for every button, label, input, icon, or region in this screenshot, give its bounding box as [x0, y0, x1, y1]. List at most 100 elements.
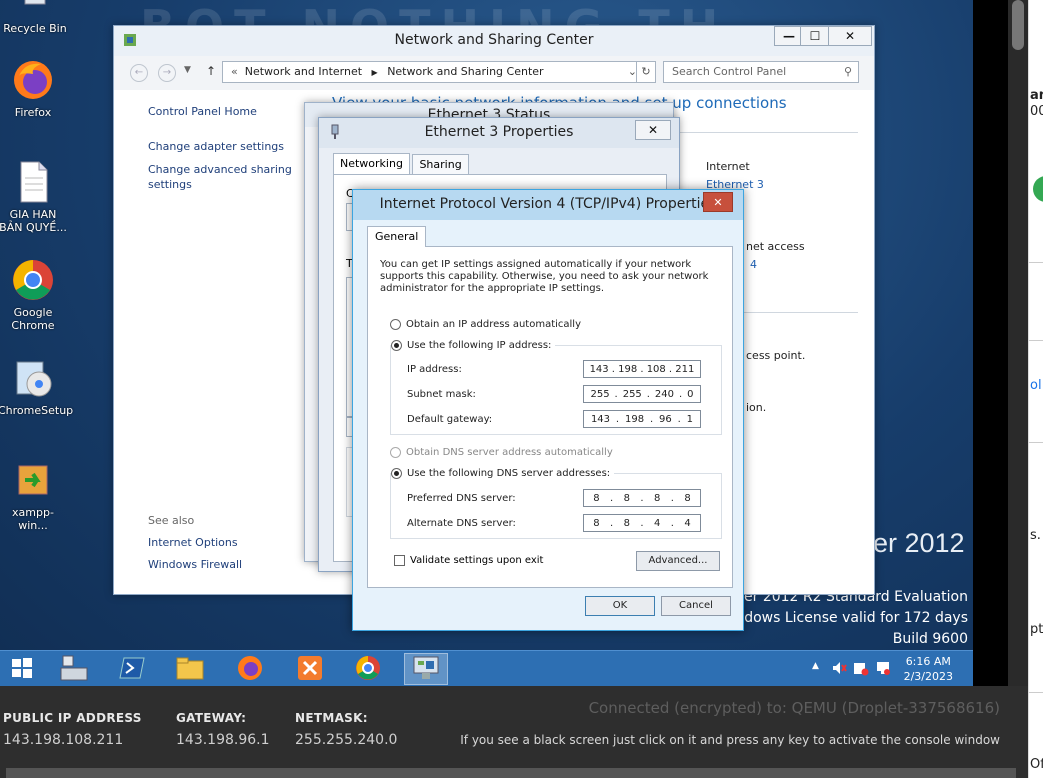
network-control-panel-icon — [412, 655, 440, 684]
tab-networking[interactable]: Networking — [333, 153, 410, 174]
text-fragment: ion. — [746, 401, 767, 414]
address-bar[interactable]: « Network and Internet ▶ Network and Sha… — [222, 61, 646, 83]
divider — [734, 312, 858, 313]
public-ip-label: PUBLIC IP ADDRESS — [3, 711, 142, 725]
tab-general[interactable]: General — [367, 226, 427, 247]
ip-settings-description: You can get IP settings assigned automat… — [380, 259, 709, 294]
ok-button[interactable]: OK — [585, 596, 655, 616]
clock[interactable]: 6:16 AM 2/3/2023 — [904, 654, 953, 684]
desktop-icon-label: GIA HAN BẢN QUYỀ... — [0, 208, 67, 234]
tab-row: Networking Sharing — [333, 153, 469, 174]
close-button[interactable]: ✕ — [703, 192, 733, 212]
console-hint: If you see a black screen just click on … — [460, 733, 1000, 747]
alternate-dns-input[interactable]: 8. 8. 4. 4 — [583, 514, 701, 532]
taskbar-firefox[interactable] — [228, 653, 272, 685]
dialog-title: Internet Protocol Version 4 (TCP/IPv4) P… — [353, 190, 743, 220]
desktop-icon-chromesetup[interactable]: ChromeSetup — [0, 356, 73, 417]
octet: 255 — [622, 388, 642, 400]
octet: 8 — [593, 492, 600, 504]
scrollbar-thumb[interactable] — [1012, 0, 1024, 50]
link-change-adapter-settings[interactable]: Change adapter settings — [148, 139, 298, 154]
refresh-icon[interactable]: ↻ — [636, 61, 656, 83]
checkbox-label: Validate settings upon exit — [410, 555, 544, 566]
preferred-dns-label: Preferred DNS server: — [407, 493, 516, 504]
action-center-icon[interactable] — [853, 660, 869, 679]
advanced-button[interactable]: Advanced... — [636, 551, 720, 571]
search-icon[interactable]: ⚲ — [844, 62, 852, 82]
gateway-value: 143.198.96.1 — [176, 732, 270, 748]
address-bar-row: ← → ▼ ↑ « Network and Internet ▶ Network… — [114, 56, 874, 90]
taskbar-powershell[interactable] — [110, 653, 154, 685]
breadcrumb-root[interactable]: Network and Internet — [245, 65, 362, 78]
octet: 143 — [589, 363, 609, 375]
obtain-dns-auto-radio[interactable]: Obtain DNS server address automatically — [390, 447, 613, 458]
installer-icon — [11, 356, 55, 400]
remote-desktop[interactable]: BOT NOTHING TH Recycle Bin Firefox GIA H… — [0, 0, 973, 650]
taskbar-chrome[interactable] — [346, 653, 390, 685]
search-placeholder: Search Control Panel — [672, 65, 787, 78]
tray-expand-icon[interactable]: ▲ — [812, 661, 819, 671]
netmask-value: 255.255.240.0 — [295, 732, 398, 748]
close-button[interactable]: ✕ — [635, 120, 671, 140]
link-internet-options[interactable]: Internet Options — [148, 536, 238, 549]
radio-selected-icon — [391, 468, 402, 479]
desktop-icon-xampp[interactable]: xampp-win... — [0, 458, 68, 532]
recent-pages-chevron-icon[interactable]: ▼ — [184, 65, 191, 75]
preferred-dns-input[interactable]: 8. 8. 8. 8 — [583, 489, 701, 507]
dns-server-group: Use the following DNS server addresses: … — [390, 468, 722, 539]
link-windows-firewall[interactable]: Windows Firewall — [148, 558, 242, 571]
subnet-mask-input[interactable]: 255. 255. 240. 0 — [583, 385, 701, 403]
desktop-icon-label: Google Chrome — [11, 306, 55, 332]
ipv4-properties-dialog[interactable]: Internet Protocol Version 4 (TCP/IPv4) P… — [352, 189, 744, 631]
network-tray-icon[interactable] — [875, 660, 891, 679]
octet: 240 — [654, 388, 675, 400]
avatar[interactable] — [1033, 176, 1043, 202]
console-margin — [973, 0, 1008, 686]
default-gateway-input[interactable]: 143. 198. 96. 1 — [583, 410, 701, 428]
tab-sharing[interactable]: Sharing — [412, 154, 469, 174]
search-input[interactable]: Search Control Panel ⚲ — [663, 61, 859, 83]
desktop-icon-firefox[interactable]: Firefox — [0, 58, 68, 119]
use-following-dns-radio[interactable]: Use the following DNS server addresses: — [391, 468, 615, 479]
taskbar-file-explorer[interactable] — [168, 653, 212, 685]
close-button[interactable]: ✕ — [828, 26, 872, 46]
link-change-advanced-sharing[interactable]: Change advanced sharing settings — [148, 162, 298, 192]
desktop-icon-label: Firefox — [14, 106, 52, 119]
desktop-icon-recycle-bin[interactable]: Recycle Bin — [0, 0, 70, 35]
horizontal-scrollbar[interactable] — [6, 768, 1016, 778]
taskbar-control-panel[interactable] — [404, 653, 448, 685]
maximize-button[interactable]: ☐ — [800, 26, 830, 46]
octet: 0 — [687, 388, 694, 400]
taskbar-xampp[interactable] — [288, 653, 332, 685]
use-following-ip-radio[interactable]: Use the following IP address: — [391, 340, 556, 351]
vertical-scrollbar[interactable] — [1008, 0, 1028, 778]
desktop-icon-gia-han[interactable]: GIA HAN BẢN QUYỀ... — [0, 160, 68, 234]
taskbar-server-manager[interactable] — [52, 653, 96, 685]
up-arrow-icon[interactable]: ↑ — [206, 64, 216, 78]
breadcrumb-current[interactable]: Network and Sharing Center — [387, 65, 543, 78]
alternate-dns-label: Alternate DNS server: — [407, 518, 516, 529]
cancel-button[interactable]: Cancel — [661, 596, 731, 616]
ip-address-input[interactable]: 143. 198. 108. 211 — [583, 360, 701, 378]
connection-link-fragment[interactable]: 4 — [750, 258, 757, 271]
octet: 8 — [623, 517, 630, 529]
volume-muted-icon[interactable] — [831, 660, 847, 679]
link-control-panel-home[interactable]: Control Panel Home — [148, 104, 298, 119]
validate-settings-checkbox[interactable]: Validate settings upon exit — [394, 555, 543, 566]
window-title: Network and Sharing Center — [114, 26, 874, 56]
clock-time: 6:16 AM — [905, 655, 951, 668]
netmask-label: NETMASK: — [295, 711, 368, 725]
octet: 8 — [653, 492, 661, 504]
back-arrow-icon[interactable]: ← — [130, 64, 148, 82]
xampp-icon — [296, 654, 324, 685]
divider — [1029, 340, 1043, 341]
divider — [1029, 692, 1043, 693]
connection-status: Connected (encrypted) to: QEMU (Droplet-… — [588, 699, 1000, 717]
start-button[interactable] — [0, 653, 44, 685]
text-fragment: cess point. — [746, 349, 806, 362]
watermark-brand: er 2012 — [873, 528, 965, 558]
forward-arrow-icon[interactable]: → — [158, 64, 176, 82]
octet: 198 — [618, 363, 638, 375]
desktop-icon-chrome[interactable]: Google Chrome — [0, 258, 68, 332]
obtain-ip-auto-radio[interactable]: Obtain an IP address automatically — [390, 319, 581, 330]
